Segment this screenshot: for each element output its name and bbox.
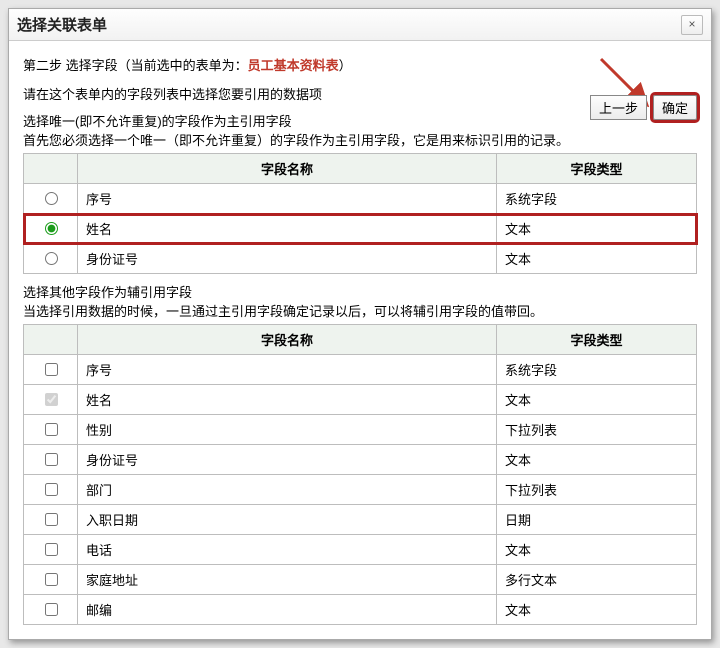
primary-field-table: 字段名称 字段类型 序号系统字段姓名文本身份证号文本 [23, 153, 697, 274]
checkbox-cell [24, 535, 78, 565]
table-row: 序号系统字段 [24, 184, 697, 214]
field-name-cell: 序号 [78, 355, 497, 385]
field-type-cell: 文本 [497, 535, 697, 565]
primary-header-select [24, 154, 78, 184]
radio-cell [24, 244, 78, 274]
field-name-cell: 邮编 [78, 595, 497, 625]
checkbox-cell [24, 505, 78, 535]
field-name-cell: 电话 [78, 535, 497, 565]
dialog-title: 选择关联表单 [17, 14, 681, 35]
table-row: 姓名文本 [24, 385, 697, 415]
field-name-cell: 家庭地址 [78, 565, 497, 595]
field-type-cell: 下拉列表 [497, 475, 697, 505]
checkbox-cell [24, 385, 78, 415]
field-type-cell: 系统字段 [497, 184, 697, 214]
table-row: 入职日期日期 [24, 505, 697, 535]
field-type-cell: 下拉列表 [497, 415, 697, 445]
table-row: 性别下拉列表 [24, 415, 697, 445]
aux-field-checkbox[interactable] [45, 423, 58, 436]
aux-field-table: 字段名称 字段类型 序号系统字段姓名文本性别下拉列表身份证号文本部门下拉列表入职… [23, 324, 697, 625]
table-row: 身份证号文本 [24, 244, 697, 274]
step-prefix: 第二步 选择字段（当前选中的表单为： [23, 58, 248, 73]
close-button[interactable]: × [681, 15, 703, 35]
button-row: 上一步 确定 [590, 95, 697, 120]
field-name-cell: 部门 [78, 475, 497, 505]
field-type-cell: 文本 [497, 595, 697, 625]
primary-header-name: 字段名称 [78, 154, 497, 184]
field-type-cell: 文本 [497, 214, 697, 244]
aux-field-checkbox[interactable] [45, 363, 58, 376]
table-row: 家庭地址多行文本 [24, 565, 697, 595]
field-name-cell: 序号 [78, 184, 497, 214]
aux-section-title: 选择其他字段作为辅引用字段 [23, 282, 697, 301]
dialog: 选择关联表单 × 第二步 选择字段（当前选中的表单为：员工基本资料表） 请在这个… [8, 8, 712, 640]
field-name-cell: 姓名 [78, 385, 497, 415]
field-name-cell: 性别 [78, 415, 497, 445]
table-row: 电话文本 [24, 535, 697, 565]
aux-field-checkbox[interactable] [45, 573, 58, 586]
field-name-cell: 姓名 [78, 214, 497, 244]
field-name-cell: 入职日期 [78, 505, 497, 535]
field-type-cell: 文本 [497, 445, 697, 475]
dialog-body: 第二步 选择字段（当前选中的表单为：员工基本资料表） 请在这个表单内的字段列表中… [9, 41, 711, 639]
primary-field-radio[interactable] [45, 222, 58, 235]
field-type-cell: 系统字段 [497, 355, 697, 385]
checkbox-cell [24, 445, 78, 475]
table-row: 邮编文本 [24, 595, 697, 625]
primary-section-sub: 首先您必须选择一个唯一（即不允许重复）的字段作为主引用字段，它是用来标识引用的记… [23, 130, 697, 149]
aux-section-sub: 当选择引用数据的时候，一旦通过主引用字段确定记录以后，可以将辅引用字段的值带回。 [23, 301, 697, 320]
table-row: 序号系统字段 [24, 355, 697, 385]
aux-header-type: 字段类型 [497, 325, 697, 355]
checkbox-cell [24, 415, 78, 445]
field-name-cell: 身份证号 [78, 244, 497, 274]
aux-field-checkbox [45, 393, 58, 406]
table-row: 姓名文本 [24, 214, 697, 244]
aux-field-checkbox[interactable] [45, 543, 58, 556]
table-row: 身份证号文本 [24, 445, 697, 475]
step-suffix: ） [339, 58, 352, 73]
checkbox-cell [24, 475, 78, 505]
primary-field-radio[interactable] [45, 252, 58, 265]
primary-field-radio[interactable] [45, 192, 58, 205]
aux-field-checkbox[interactable] [45, 483, 58, 496]
prev-button[interactable]: 上一步 [590, 95, 647, 120]
field-type-cell: 文本 [497, 385, 697, 415]
field-type-cell: 多行文本 [497, 565, 697, 595]
aux-field-checkbox[interactable] [45, 513, 58, 526]
aux-header-select [24, 325, 78, 355]
titlebar: 选择关联表单 × [9, 9, 711, 41]
field-name-cell: 身份证号 [78, 445, 497, 475]
aux-field-checkbox[interactable] [45, 453, 58, 466]
table-row: 部门下拉列表 [24, 475, 697, 505]
checkbox-cell [24, 565, 78, 595]
checkbox-cell [24, 595, 78, 625]
step-line: 第二步 选择字段（当前选中的表单为：员工基本资料表） [23, 55, 697, 74]
ok-button[interactable]: 确定 [653, 95, 697, 120]
radio-cell [24, 214, 78, 244]
field-type-cell: 文本 [497, 244, 697, 274]
primary-header-type: 字段类型 [497, 154, 697, 184]
aux-field-checkbox[interactable] [45, 603, 58, 616]
field-type-cell: 日期 [497, 505, 697, 535]
aux-header-name: 字段名称 [78, 325, 497, 355]
selected-form-name: 员工基本资料表 [248, 58, 339, 73]
radio-cell [24, 184, 78, 214]
checkbox-cell [24, 355, 78, 385]
